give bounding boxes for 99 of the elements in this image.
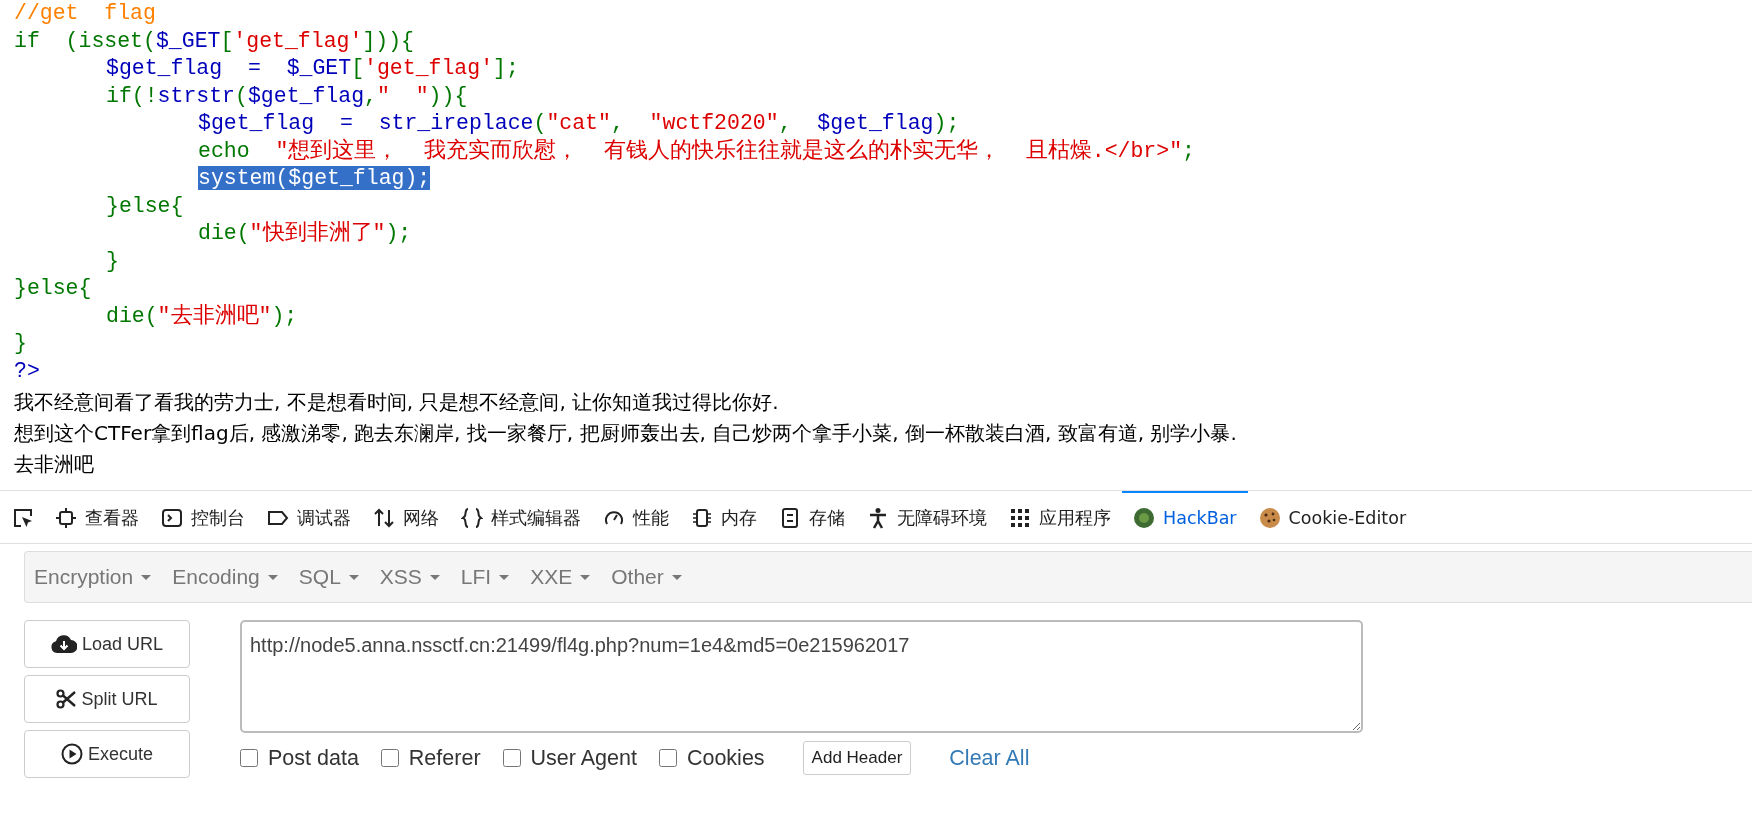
memory-icon <box>691 507 713 529</box>
code-token: ( <box>533 111 547 135</box>
devtools-tab[interactable]: 性能 <box>592 491 680 543</box>
dropdown-menu[interactable]: XXE <box>529 565 607 589</box>
play-icon <box>60 743 83 765</box>
devtools-tab[interactable]: 网络 <box>362 491 450 543</box>
code-token: "wctf2020" <box>649 111 779 135</box>
code-token: }else{ <box>106 193 184 218</box>
checkbox[interactable] <box>658 749 677 767</box>
output-text: 想到这个CTFer拿到flag后, 感激涕零, 跑去东澜岸, 找一家餐厅, 把厨师轰出去, 自己炒两个拿手小菜, 倒一杯散装白酒, 致富有道, 别学小暴. <box>14 420 1238 447</box>
code-token: } <box>14 331 27 355</box>
caret-icon <box>267 574 278 580</box>
style-icon <box>461 507 483 529</box>
code-token: "快到非洲了" <box>249 221 386 245</box>
code-token: }else{ <box>14 276 92 300</box>
code-token: "cat" <box>546 111 611 135</box>
storage-icon <box>779 507 801 529</box>
dropdown-menu[interactable]: LFI <box>459 565 526 589</box>
access-icon <box>867 507 889 529</box>
code-token: ])){ <box>362 28 414 53</box>
code-token: ( <box>275 166 289 190</box>
output-text: 我不经意间看了看我的劳力士, 不是想看时间, 只是想不经意间, 让你知道我过得比你好. <box>14 389 780 416</box>
checkbox-label[interactable]: Cookies <box>686 745 765 771</box>
inspector-icon <box>55 507 77 529</box>
console-icon <box>161 507 183 529</box>
dropdown-menu[interactable]: SQL <box>297 565 375 589</box>
code-token: system <box>198 166 276 190</box>
checkbox[interactable] <box>502 749 521 767</box>
code-token: , <box>610 111 625 135</box>
code-token: ; <box>1182 138 1195 163</box>
split-url-button[interactable]: Split URL <box>24 675 190 723</box>
checkbox-label[interactable]: Post data <box>268 745 359 771</box>
dropdown-menu[interactable]: Encoding <box>171 565 294 589</box>
devtools-tab[interactable]: HackBar <box>1122 491 1248 543</box>
caret-icon <box>580 574 591 580</box>
code-token: if(! <box>106 83 158 108</box>
devtools-tab[interactable]: 样式编辑器 <box>450 491 592 543</box>
code-token: if (isset( <box>14 28 156 53</box>
devtools-tab[interactable]: 存储 <box>768 491 856 543</box>
code-token: $_GET <box>155 28 221 53</box>
code-token: 'get_flag' <box>233 28 363 53</box>
code-token: [ <box>220 28 234 53</box>
devtools-tab[interactable]: Cookie-Editor <box>1247 491 1418 543</box>
caret-icon <box>429 574 440 580</box>
code-token: "去非洲吧" <box>157 303 272 328</box>
checkbox-label[interactable]: Referer <box>408 745 481 771</box>
code-token: $get_flag = $_GET <box>106 56 352 80</box>
code-token: $get_flag <box>288 166 405 190</box>
code-token: "想到这里， 我充实而欣慰， 有钱人的快乐往往就是这么的朴实无华， 且枯燥.</br>" <box>275 138 1183 163</box>
dropdown-menu[interactable]: Encryption <box>33 565 168 589</box>
code-token: ); <box>933 111 960 135</box>
caret-icon <box>348 574 359 580</box>
scissors-icon <box>56 689 77 709</box>
dropdown-menu[interactable]: Other <box>610 565 698 589</box>
code-token: [ <box>351 56 365 80</box>
checkbox[interactable] <box>240 749 258 767</box>
code-token: $get_flag <box>247 83 365 108</box>
code-token: ); <box>271 303 298 328</box>
cloud-download-icon <box>50 634 77 654</box>
code-token: die( <box>106 303 158 328</box>
devtools-tab[interactable]: 查看器 <box>44 491 150 543</box>
devtools-tab[interactable]: 调试器 <box>256 491 362 543</box>
code-token: " " <box>376 83 429 108</box>
code-token: strstr <box>157 83 236 108</box>
code-token: , <box>364 83 377 108</box>
code-token: ( <box>235 83 248 108</box>
hackbar-icon <box>1133 507 1155 529</box>
devtools-tab[interactable]: 内存 <box>680 491 768 543</box>
devtools-tab[interactable]: 控制台 <box>150 491 256 543</box>
caret-icon <box>141 574 152 580</box>
code-token: )){ <box>428 83 468 108</box>
load-url-button[interactable]: Load URL <box>24 620 190 668</box>
code-token: , <box>778 111 793 135</box>
code-token: die( <box>198 221 250 245</box>
output-text: 去非洲吧 <box>14 451 95 478</box>
caret-icon <box>671 574 682 580</box>
url-field[interactable]: http://node5.anna.nssctf.cn:21499/fl4g.php?num=1e4&md5=0e215962017 <box>240 620 1363 733</box>
execute-button[interactable]: Execute <box>24 730 190 778</box>
clear-all-link[interactable]: Clear All <box>949 745 1030 771</box>
checkbox-label[interactable]: User Agent <box>530 745 637 771</box>
code-token: ?> <box>14 358 40 383</box>
code-token: $get_flag <box>817 111 934 135</box>
checkbox[interactable] <box>380 749 399 767</box>
code-token: 'get_flag' <box>364 56 494 80</box>
devtools-tab[interactable]: 应用程序 <box>998 491 1122 543</box>
code-token: } <box>106 248 119 273</box>
code-token: //get flag <box>14 1 156 25</box>
code-token: ); <box>404 166 431 190</box>
code-token: ]; <box>493 56 519 80</box>
code-token: ); <box>385 221 412 245</box>
code-token: echo <box>198 138 251 163</box>
apps-icon <box>1009 507 1031 529</box>
devtools-tab[interactable]: 无障碍环境 <box>856 491 998 543</box>
cookie-icon <box>1258 507 1281 529</box>
network-icon <box>373 507 395 529</box>
add-header-button[interactable]: Add Header <box>802 741 912 775</box>
code-token: $get_flag = str_ireplace <box>198 111 534 135</box>
dropdown-menu[interactable]: XSS <box>378 565 456 589</box>
caret-icon <box>499 574 510 580</box>
